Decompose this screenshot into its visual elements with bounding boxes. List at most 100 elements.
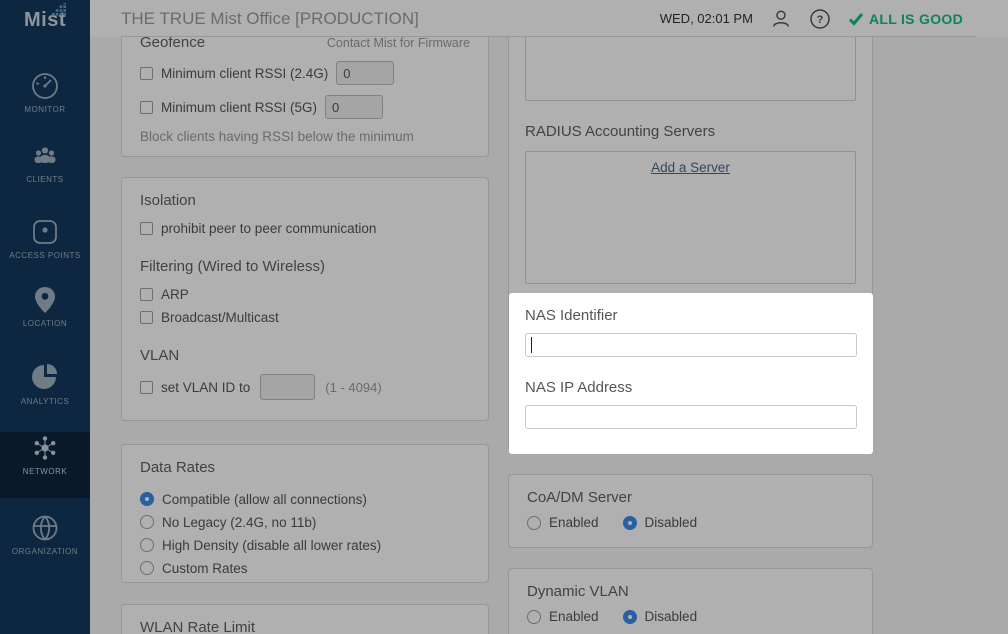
peer-isolation-label: prohibit peer to peer communication <box>161 221 376 236</box>
nas-identifier-input[interactable] <box>525 333 857 357</box>
min-rssi-24g-label: Minimum client RSSI (2.4G) <box>161 66 328 81</box>
rate-option-row: Custom Rates <box>140 558 470 578</box>
status-text: ALL IS GOOD <box>869 11 963 27</box>
sidebar-item-label: LOCATION <box>0 319 90 328</box>
gauge-icon <box>29 70 61 102</box>
sidebar-item-label: NETWORK <box>0 467 90 476</box>
sidebar-item-monitor[interactable]: MONITOR <box>0 70 90 136</box>
header-right-group: WED, 02:01 PM ? ALL IS GOOD <box>660 0 963 37</box>
broadcast-label: Broadcast/Multicast <box>161 310 279 325</box>
geofence-hint: Block clients having RSSI below the mini… <box>140 129 470 144</box>
geofence-card: Geofence Contact Mist for Firmware Minim… <box>121 37 489 157</box>
vlan-checkbox[interactable] <box>140 381 153 394</box>
sidebar-item-label: CLIENTS <box>0 175 90 184</box>
dynamic-vlan-card: Dynamic VLAN Enabled Disabled <box>508 568 873 634</box>
text-caret <box>531 337 532 353</box>
sidebar-item-label: ACCESS POINTS <box>0 251 90 260</box>
access-point-icon <box>29 216 61 248</box>
wlan-rate-limit-title: WLAN Rate Limit <box>140 619 470 634</box>
vlan-range-label: (1 - 4094) <box>325 380 381 395</box>
peer-isolation-checkbox[interactable] <box>140 222 153 235</box>
no-legacy-label: No Legacy (2.4G, no 11b) <box>162 515 316 530</box>
person-icon[interactable] <box>770 8 792 30</box>
sidebar-item-access-points[interactable]: ACCESS POINTS <box>0 216 90 282</box>
sidebar-item-label: ORGANIZATION <box>0 547 90 556</box>
globe-icon <box>29 512 61 544</box>
broadcast-checkbox[interactable] <box>140 311 153 324</box>
status-badge[interactable]: ALL IS GOOD <box>848 11 963 27</box>
data-rates-title: Data Rates <box>140 459 470 476</box>
data-rates-card: Data Rates Compatible (allow all connect… <box>121 444 489 583</box>
min-rssi-5g-row: Minimum client RSSI (5G) <box>140 95 470 119</box>
vlan-row: set VLAN ID to (1 - 4094) <box>140 374 470 400</box>
network-hub-icon <box>29 432 61 464</box>
isolation-card: Isolation prohibit peer to peer communic… <box>121 177 489 421</box>
isolation-title: Isolation <box>140 192 470 209</box>
sidebar-item-organization[interactable]: ORGANIZATION <box>0 512 90 578</box>
dvlan-enabled-label: Enabled <box>549 609 599 624</box>
sidebar-item-label: MONITOR <box>0 105 90 114</box>
people-icon <box>29 140 61 172</box>
compatible-label: Compatible (allow all connections) <box>162 492 367 507</box>
mist-logo[interactable]: Mist <box>0 10 90 31</box>
dvlan-disabled-radio[interactable] <box>623 610 637 624</box>
geofence-title: Geofence <box>140 37 205 51</box>
high-density-radio[interactable] <box>140 538 154 552</box>
wlan-rate-limit-card: WLAN Rate Limit <box>121 604 489 634</box>
min-rssi-5g-label: Minimum client RSSI (5G) <box>161 100 317 115</box>
min-rssi-24g-row: Minimum client RSSI (2.4G) <box>140 61 470 85</box>
sidebar-item-clients[interactable]: CLIENTS <box>0 140 90 206</box>
sidebar-item-analytics[interactable]: ANALYTICS <box>0 362 90 428</box>
no-legacy-radio[interactable] <box>140 515 154 529</box>
dynamic-vlan-title: Dynamic VLAN <box>527 583 854 600</box>
svg-text:?: ? <box>817 14 824 26</box>
radius-accounting-title: RADIUS Accounting Servers <box>525 123 856 140</box>
checkmark-icon <box>848 12 864 26</box>
coa-dm-card: CoA/DM Server Enabled Disabled <box>508 474 873 548</box>
filtering-title: Filtering (Wired to Wireless) <box>140 258 470 275</box>
vlan-id-input[interactable] <box>260 374 315 400</box>
arp-checkbox[interactable] <box>140 288 153 301</box>
broadcast-row: Broadcast/Multicast <box>140 310 470 325</box>
coa-disabled-radio[interactable] <box>623 516 637 530</box>
compatible-radio[interactable] <box>140 492 154 506</box>
arp-row: ARP <box>140 287 470 302</box>
peer-isolation-row: prohibit peer to peer communication <box>140 221 470 236</box>
vlan-label: set VLAN ID to <box>161 380 250 395</box>
radius-auth-server-list <box>525 37 856 101</box>
rate-option-row: Compatible (allow all connections) <box>140 489 470 509</box>
min-rssi-5g-input[interactable] <box>325 95 383 119</box>
sidebar-item-label: ANALYTICS <box>0 397 90 406</box>
nas-ip-input[interactable] <box>525 405 857 429</box>
sidebar-item-network[interactable]: NETWORK <box>0 432 90 498</box>
mist-logo-dots-icon <box>52 3 66 17</box>
coa-enabled-radio[interactable] <box>527 516 541 530</box>
nas-ip-label: NAS IP Address <box>525 379 857 396</box>
coa-dm-title: CoA/DM Server <box>527 489 854 506</box>
app-window: Mist MONITOR <box>0 0 1008 634</box>
high-density-label: High Density (disable all lower rates) <box>162 538 381 553</box>
map-pin-icon <box>29 284 61 316</box>
add-server-link[interactable]: Add a Server <box>651 160 730 175</box>
question-icon[interactable]: ? <box>809 8 831 30</box>
rate-option-row: No Legacy (2.4G, no 11b) <box>140 512 470 532</box>
radius-accounting-server-list: Add a Server <box>525 151 856 284</box>
page-title: THE TRUE Mist Office [PRODUCTION] <box>121 9 419 29</box>
min-rssi-24g-input[interactable] <box>336 61 394 85</box>
nas-identifier-label: NAS Identifier <box>525 307 857 324</box>
arp-label: ARP <box>161 287 189 302</box>
min-rssi-5g-checkbox[interactable] <box>140 101 153 114</box>
custom-rates-radio[interactable] <box>140 561 154 575</box>
contact-mist-firmware-link[interactable]: Contact Mist for Firmware <box>327 37 470 50</box>
vlan-title: VLAN <box>140 347 470 364</box>
sidebar: Mist MONITOR <box>0 0 90 634</box>
sidebar-item-location[interactable]: LOCATION <box>0 284 90 350</box>
nas-spotlight-card: NAS Identifier NAS IP Address <box>509 293 873 454</box>
dvlan-enabled-radio[interactable] <box>527 610 541 624</box>
coa-dm-options-row: Enabled Disabled <box>527 515 854 530</box>
min-rssi-24g-checkbox[interactable] <box>140 67 153 80</box>
coa-disabled-label: Disabled <box>645 515 698 530</box>
top-header: THE TRUE Mist Office [PRODUCTION] WED, 0… <box>90 0 1008 37</box>
custom-rates-label: Custom Rates <box>162 561 248 576</box>
dynamic-vlan-options-row: Enabled Disabled <box>527 609 854 624</box>
